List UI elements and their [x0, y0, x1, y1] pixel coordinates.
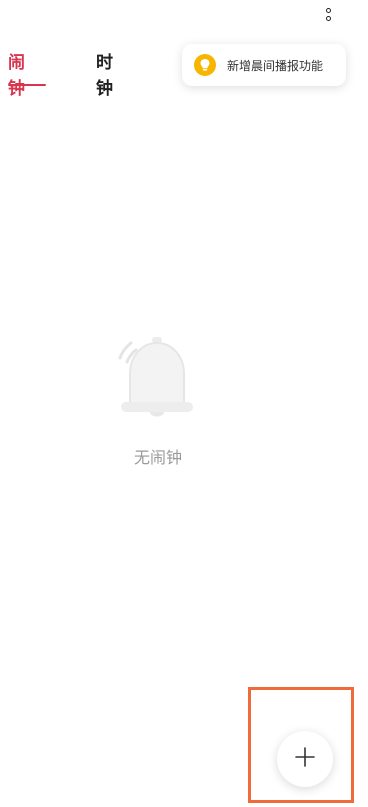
tab-active-indicator — [8, 84, 46, 86]
add-alarm-button[interactable] — [277, 731, 333, 787]
plus-icon — [294, 746, 316, 772]
feature-tooltip[interactable]: 新增晨间播报功能 — [182, 44, 346, 86]
more-dot — [325, 7, 331, 13]
more-dot — [325, 15, 331, 21]
bell-icon — [116, 334, 198, 424]
more-options-button[interactable] — [316, 2, 340, 26]
tab-clock[interactable]: 时钟 — [96, 50, 113, 102]
tab-alarm[interactable]: 闹钟 — [8, 50, 25, 102]
lightbulb-icon — [194, 54, 216, 76]
tooltip-text: 新增晨间播报功能 — [227, 58, 324, 73]
empty-state-text: 无闹钟 — [133, 448, 182, 467]
